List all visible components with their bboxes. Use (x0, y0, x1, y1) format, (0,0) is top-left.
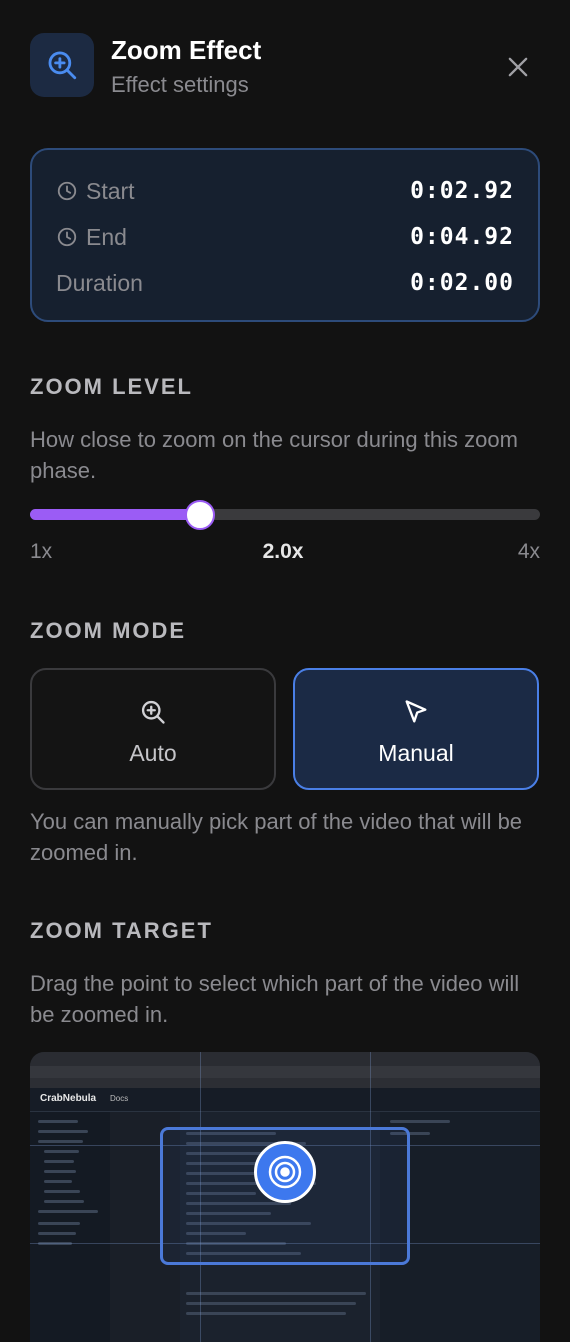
zoom-level-heading: ZOOM LEVEL (30, 374, 193, 399)
slider-max-label: 4x (517, 540, 540, 563)
preview-site-header (30, 1088, 540, 1112)
end-row: End 0:04.92 (56, 222, 514, 252)
close-button[interactable] (504, 53, 532, 81)
target-icon (268, 1155, 302, 1189)
zoom-in-icon (139, 698, 167, 731)
clock-icon (57, 227, 77, 247)
mode-manual-button[interactable]: Manual (293, 668, 539, 790)
slider-min-label: 1x (30, 540, 53, 563)
start-value: 0:02.92 (410, 178, 514, 204)
slider-thumb[interactable] (185, 500, 215, 530)
cursor-arrow-icon (402, 698, 430, 731)
end-label: End (86, 223, 127, 250)
zoom-target-handle[interactable] (254, 1141, 316, 1203)
mode-auto-button[interactable]: Auto (30, 668, 276, 790)
mode-manual-label: Manual (378, 740, 454, 766)
start-label: Start (86, 177, 135, 204)
end-value: 0:04.92 (410, 224, 514, 250)
preview-bookmarks-bar (30, 1078, 540, 1088)
zoom-target-description: Drag the point to select which part of t… (30, 971, 520, 1027)
zoom-in-icon (30, 33, 94, 97)
close-icon (508, 57, 528, 77)
duration-row: Duration 0:02.00 (56, 268, 514, 298)
timing-card: Start 0:02.92 End 0:04.92 Duration 0:02.… (30, 148, 540, 322)
start-row: Start 0:02.92 (56, 176, 514, 206)
preview-sidebar (30, 1112, 110, 1342)
zoom-level-slider[interactable] (30, 500, 540, 530)
zoom-level-description: How close to zoom on the cursor during t… (30, 427, 518, 483)
slider-current-label: 2.0x (262, 540, 304, 563)
slider-fill (30, 509, 200, 520)
duration-value: 0:02.00 (410, 270, 514, 296)
preview-site-logo: CrabNebula (40, 1093, 97, 1104)
panel-title: Zoom Effect (111, 35, 262, 65)
clock-icon (57, 181, 77, 201)
panel-subtitle: Effect settings (111, 72, 249, 97)
zoom-mode-description: You can manually pick part of the video … (30, 809, 523, 865)
preview-site-section: Docs (110, 1094, 129, 1103)
duration-label: Duration (56, 269, 143, 296)
zoom-mode-heading: ZOOM MODE (30, 618, 187, 643)
preview-browser-tabs (30, 1052, 540, 1066)
preview-url-bar (30, 1066, 540, 1078)
slider-labels: 1x 2.0x 4x (30, 540, 540, 566)
mode-auto-label: Auto (129, 740, 177, 766)
panel-header: Zoom Effect Effect settings (30, 33, 540, 97)
video-preview[interactable]: CrabNebula Docs (30, 1052, 540, 1342)
zoom-target-heading: ZOOM TARGET (30, 918, 213, 943)
